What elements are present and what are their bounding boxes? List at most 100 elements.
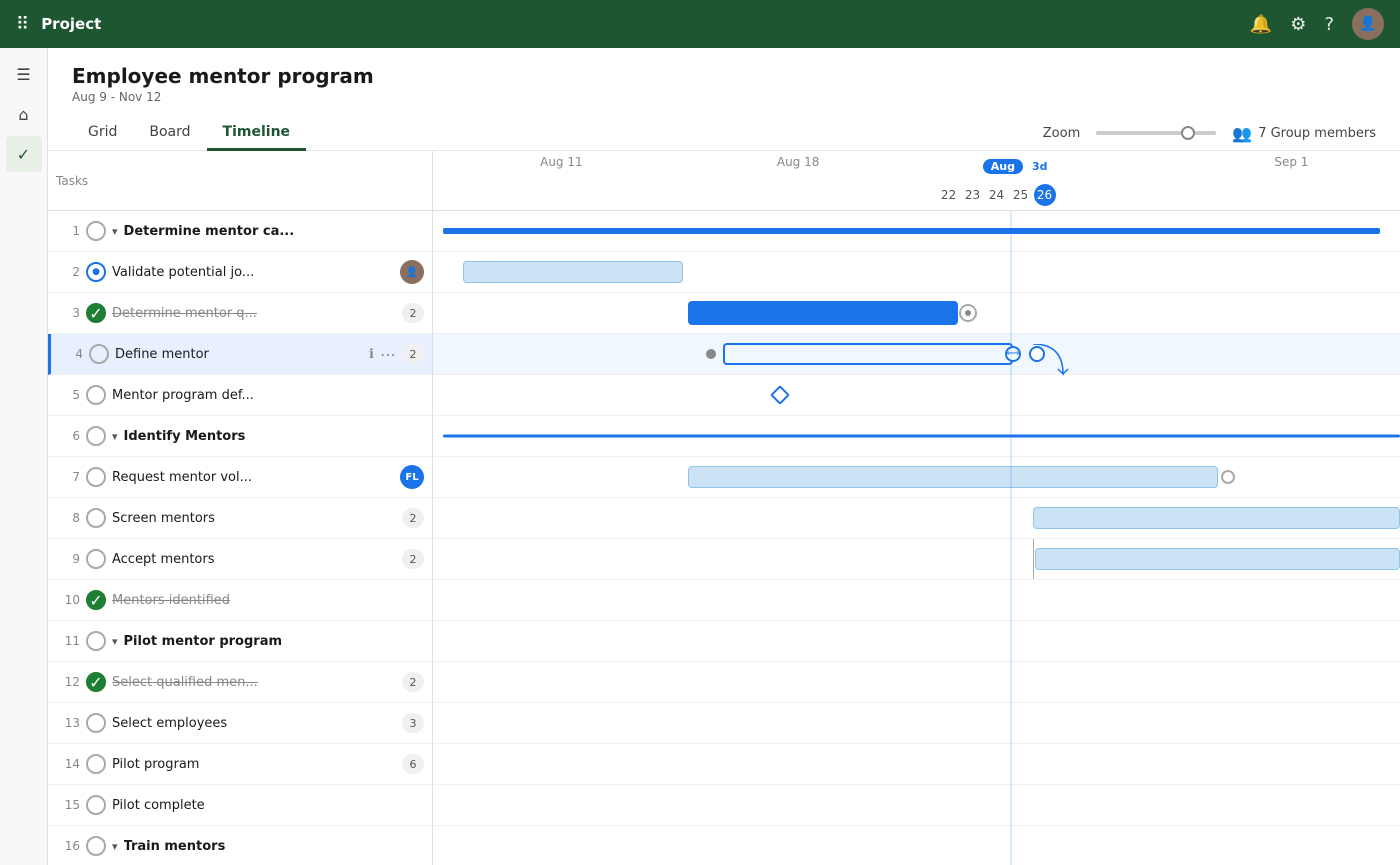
task-check-9[interactable] xyxy=(86,549,106,569)
task-check-13[interactable] xyxy=(86,713,106,733)
tabs: Grid Board Timeline xyxy=(72,116,1043,150)
waffle-icon[interactable]: ⠿ xyxy=(16,14,29,35)
task-check-2[interactable]: ● xyxy=(86,262,106,282)
gantt-bar-6-line xyxy=(443,435,1400,438)
task-badge-4: 2 xyxy=(402,344,424,364)
tab-board[interactable]: Board xyxy=(133,116,206,151)
task-check-7[interactable] xyxy=(86,467,106,487)
gantt-row-12 xyxy=(433,662,1400,703)
group-members[interactable]: 👥 7 Group members xyxy=(1232,124,1376,143)
gantt-content: ⟺ xyxy=(433,211,1400,865)
task-check-14[interactable] xyxy=(86,754,106,774)
menu-sidebar-icon[interactable]: ☰ xyxy=(6,56,42,92)
gantt-bar-progress-1 xyxy=(443,228,1380,234)
task-name-7: Request mentor vol... xyxy=(112,470,394,485)
task-row-5[interactable]: 5 Mentor program def... xyxy=(48,375,432,416)
task-badge-13: 3 xyxy=(402,713,424,733)
task-check-12[interactable]: ✓ xyxy=(86,672,106,692)
gantt-row-8 xyxy=(433,498,1400,539)
task-check-1[interactable] xyxy=(86,221,106,241)
chevron-11: ▾ xyxy=(112,635,118,648)
check-sidebar-icon[interactable]: ✓ xyxy=(6,136,42,172)
gantt-bar-8[interactable] xyxy=(1033,507,1400,529)
main-layout: ☰ ⌂ ✓ Employee mentor program Aug 9 - No… xyxy=(0,48,1400,865)
nav-icons: 🔔 ⚙ ? 👤 xyxy=(1250,8,1384,40)
week-aug18: Aug 18 xyxy=(680,155,917,174)
week-aug11: Aug 11 xyxy=(443,155,680,174)
more-icon-4[interactable]: ⋯ xyxy=(380,345,396,364)
info-icon-4[interactable]: ℹ xyxy=(369,347,374,362)
task-row-15[interactable]: 15 Pilot complete xyxy=(48,785,432,826)
task-name-10: Mentors identified xyxy=(112,593,424,608)
task-row-6[interactable]: 6 ▾ Identify Mentors xyxy=(48,416,432,457)
task-check-15[interactable] xyxy=(86,795,106,815)
task-badge-14: 6 xyxy=(402,754,424,774)
chevron-1: ▾ xyxy=(112,225,118,238)
gantt-row-4: ⟺ xyxy=(433,334,1400,375)
gantt-row-10 xyxy=(433,580,1400,621)
task-row-1[interactable]: 1 ▾ Determine mentor ca... xyxy=(48,211,432,252)
gantt-row-15 xyxy=(433,785,1400,826)
task-check-8[interactable] xyxy=(86,508,106,528)
zoom-slider[interactable] xyxy=(1096,131,1216,135)
gantt-bar-2[interactable] xyxy=(463,261,683,283)
connector-left-4 xyxy=(706,349,716,359)
task-row-11[interactable]: 11 ▾ Pilot mentor program xyxy=(48,621,432,662)
task-avatar-7: FL xyxy=(400,465,424,489)
task-row-16[interactable]: 16 ▾ Train mentors xyxy=(48,826,432,865)
day-24: 24 xyxy=(986,184,1008,206)
project-title: Employee mentor program xyxy=(72,64,1376,88)
home-sidebar-icon[interactable]: ⌂ xyxy=(6,96,42,132)
gantt-bar-4[interactable]: ⟺ xyxy=(723,343,1013,365)
task-name-2: Validate potential jo... xyxy=(112,265,394,280)
chevron-16: ▾ xyxy=(112,840,118,853)
help-icon[interactable]: ? xyxy=(1324,14,1334,35)
task-badge-9: 2 xyxy=(402,549,424,569)
task-check-10[interactable]: ✓ xyxy=(86,590,106,610)
gantt-bar-7[interactable] xyxy=(688,466,1218,488)
task-badge-8: 2 xyxy=(402,508,424,528)
gantt-row-16 xyxy=(433,826,1400,865)
top-nav: ⠿ Project 🔔 ⚙ ? 👤 xyxy=(0,0,1400,48)
connector-end-3 xyxy=(959,304,977,322)
task-check-11[interactable] xyxy=(86,631,106,651)
tab-timeline[interactable]: Timeline xyxy=(207,116,307,151)
tab-grid[interactable]: Grid xyxy=(72,116,133,151)
task-row-10[interactable]: 10 ✓ Mentors identified xyxy=(48,580,432,621)
date-header: Aug 11 Aug 18 Aug 3d Sep 1 xyxy=(433,151,1400,211)
task-row-4[interactable]: 4 Define mentor ℹ ⋯ 2 xyxy=(48,334,432,375)
task-row-3[interactable]: 3 ✓ Determine mentor q... 2 xyxy=(48,293,432,334)
task-check-5[interactable] xyxy=(86,385,106,405)
task-name-8: Screen mentors xyxy=(112,511,396,526)
resize-handle-4[interactable]: ⟺ xyxy=(1005,346,1021,362)
header-toolbar: Grid Board Timeline Zoom 👥 7 Group membe… xyxy=(72,116,1376,150)
gantt-row-11 xyxy=(433,621,1400,662)
task-row-8[interactable]: 8 Screen mentors 2 xyxy=(48,498,432,539)
task-name-3: Determine mentor q... xyxy=(112,306,396,321)
task-check-16[interactable] xyxy=(86,836,106,856)
user-avatar[interactable]: 👤 xyxy=(1352,8,1384,40)
gantt-row-14 xyxy=(433,744,1400,785)
task-check-4[interactable] xyxy=(89,344,109,364)
task-row-13[interactable]: 13 Select employees 3 xyxy=(48,703,432,744)
sidebar-icons: ☰ ⌂ ✓ xyxy=(0,48,48,865)
task-check-3[interactable]: ✓ xyxy=(86,303,106,323)
gantt-row-13 xyxy=(433,703,1400,744)
task-row-12[interactable]: 12 ✓ Select qualified men... 2 xyxy=(48,662,432,703)
task-row-2[interactable]: 2 ● Validate potential jo... 👤 xyxy=(48,252,432,293)
settings-icon[interactable]: ⚙ xyxy=(1290,14,1306,35)
task-check-6[interactable] xyxy=(86,426,106,446)
connector-7-right xyxy=(1221,470,1235,484)
diamond-5 xyxy=(770,385,790,405)
task-row-14[interactable]: 14 Pilot program 6 xyxy=(48,744,432,785)
task-row-7[interactable]: 7 Request mentor vol... FL xyxy=(48,457,432,498)
gantt-bar-3[interactable] xyxy=(688,301,958,325)
gantt-row-2 xyxy=(433,252,1400,293)
notification-icon[interactable]: 🔔 xyxy=(1250,14,1272,35)
vertical-connector-9 xyxy=(1033,539,1034,579)
gantt-bar-9[interactable] xyxy=(1035,548,1400,570)
day-22: 22 xyxy=(938,184,960,206)
task-badge-12: 2 xyxy=(402,672,424,692)
task-row-9[interactable]: 9 Accept mentors 2 xyxy=(48,539,432,580)
day-26-today: 26 xyxy=(1034,184,1056,206)
